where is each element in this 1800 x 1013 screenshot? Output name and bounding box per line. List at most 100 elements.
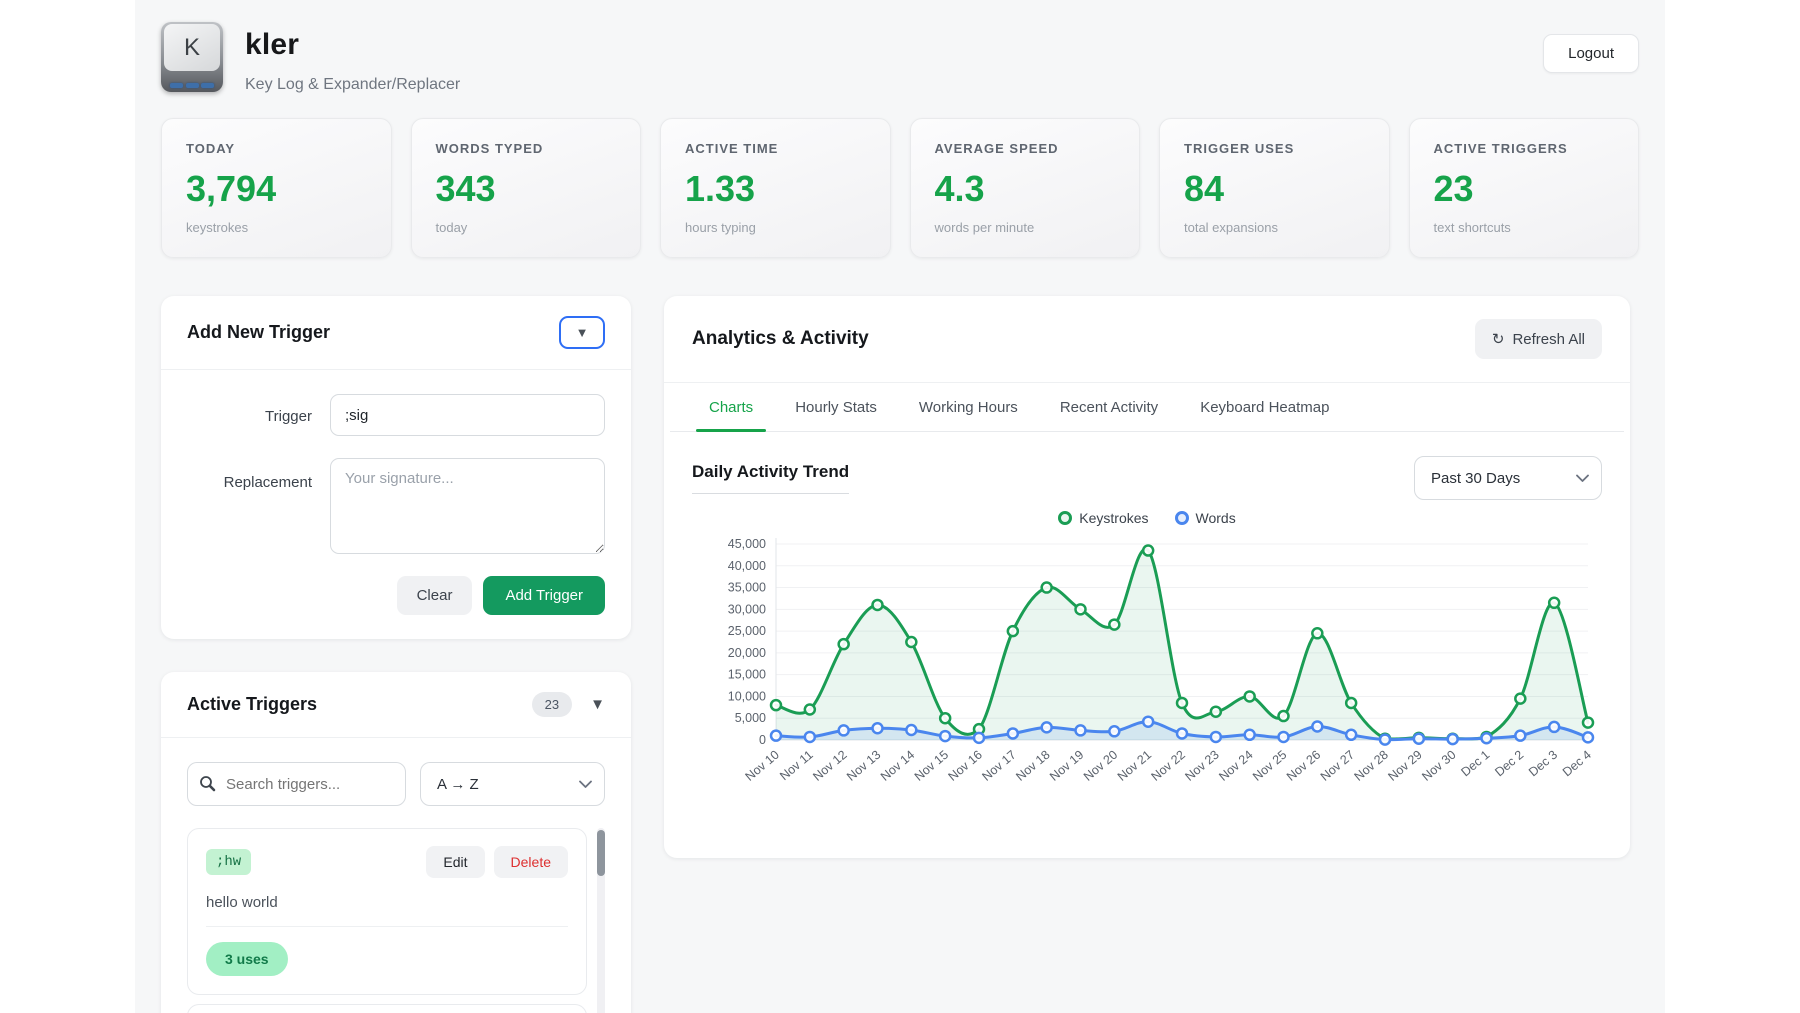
scrollbar-thumb[interactable] xyxy=(597,830,605,876)
y-axis-tick-label: 45,000 xyxy=(728,537,766,551)
chevron-down-icon[interactable]: ▼ xyxy=(590,697,605,712)
x-axis-tick-label: Dec 2 xyxy=(1492,748,1526,780)
data-point-marker[interactable] xyxy=(1008,626,1018,636)
data-point-marker[interactable] xyxy=(1076,604,1086,614)
app-header: K kler Key Log & Expander/Replacer Logou… xyxy=(161,22,1639,94)
data-point-marker[interactable] xyxy=(1008,728,1018,738)
data-point-marker[interactable] xyxy=(1583,718,1593,728)
data-point-marker[interactable] xyxy=(1177,698,1187,708)
data-point-marker[interactable] xyxy=(1448,734,1458,744)
x-axis-tick-label: Dec 4 xyxy=(1560,748,1594,780)
tab-recent-activity[interactable]: Recent Activity xyxy=(1043,383,1175,431)
y-axis-tick-label: 35,000 xyxy=(728,581,766,595)
data-point-marker[interactable] xyxy=(1380,735,1390,745)
chevron-down-icon xyxy=(579,780,592,789)
data-point-marker[interactable] xyxy=(1245,691,1255,701)
data-point-marker[interactable] xyxy=(873,723,883,733)
delete-button[interactable]: Delete xyxy=(494,846,568,878)
stat-label: AVERAGE SPEED xyxy=(935,141,1116,156)
data-point-marker[interactable] xyxy=(1076,725,1086,735)
data-point-marker[interactable] xyxy=(906,725,916,735)
date-range-select[interactable]: Past 30 Days xyxy=(1414,456,1602,500)
left-column: Add New Trigger ▼ Trigger Replacement xyxy=(161,296,631,1013)
data-point-marker[interactable] xyxy=(1583,732,1593,742)
data-point-marker[interactable] xyxy=(1279,711,1289,721)
data-point-marker[interactable] xyxy=(1211,707,1221,717)
stat-sub: total expansions xyxy=(1184,220,1365,235)
data-point-marker[interactable] xyxy=(1346,730,1356,740)
stats-row: TODAY 3,794 keystrokes WORDS TYPED 343 t… xyxy=(161,118,1639,258)
data-point-marker[interactable] xyxy=(1042,583,1052,593)
y-axis-tick-label: 10,000 xyxy=(728,689,766,703)
x-axis-tick-label: Nov 26 xyxy=(1284,748,1323,784)
x-axis-tick-label: Nov 28 xyxy=(1352,748,1391,784)
data-point-marker[interactable] xyxy=(873,600,883,610)
trigger-input[interactable] xyxy=(330,394,605,436)
data-point-marker[interactable] xyxy=(906,637,916,647)
stat-label: WORDS TYPED xyxy=(436,141,617,156)
data-point-marker[interactable] xyxy=(1549,722,1559,732)
data-point-marker[interactable] xyxy=(1549,598,1559,608)
add-trigger-title: Add New Trigger xyxy=(187,322,330,343)
data-point-marker[interactable] xyxy=(1482,733,1492,743)
tab-working-hours[interactable]: Working Hours xyxy=(902,383,1035,431)
x-axis-tick-label: Nov 21 xyxy=(1115,748,1154,784)
data-point-marker[interactable] xyxy=(771,731,781,741)
tab-charts[interactable]: Charts xyxy=(692,383,770,431)
x-axis-tick-label: Nov 13 xyxy=(844,748,883,784)
data-point-marker[interactable] xyxy=(1177,728,1187,738)
active-triggers-panel: Active Triggers 23 ▼ xyxy=(161,672,631,1013)
stat-sub: words per minute xyxy=(935,220,1116,235)
legend-item-keystrokes[interactable]: Keystrokes xyxy=(1058,510,1148,526)
data-point-marker[interactable] xyxy=(771,700,781,710)
data-point-marker[interactable] xyxy=(1211,732,1221,742)
stat-label: TODAY xyxy=(186,141,367,156)
add-trigger-button[interactable]: Add Trigger xyxy=(483,576,605,615)
data-point-marker[interactable] xyxy=(1515,694,1525,704)
legend-item-words[interactable]: Words xyxy=(1175,510,1236,526)
trigger-replacement-text: hello world xyxy=(206,894,568,927)
x-axis-tick-label: Nov 11 xyxy=(777,748,816,784)
data-point-marker[interactable] xyxy=(940,731,950,741)
x-axis-tick-label: Nov 23 xyxy=(1182,748,1221,784)
y-axis-tick-label: 40,000 xyxy=(728,559,766,573)
refresh-all-button[interactable]: ↻ Refresh All xyxy=(1475,319,1602,359)
chart-section: Daily Activity Trend Past 30 Days Keystr… xyxy=(664,432,1630,858)
data-point-marker[interactable] xyxy=(1143,717,1153,727)
data-point-marker[interactable] xyxy=(1143,546,1153,556)
logout-button[interactable]: Logout xyxy=(1543,34,1639,73)
data-point-marker[interactable] xyxy=(940,713,950,723)
add-trigger-form: Trigger Replacement Clear Add Trigger xyxy=(161,370,631,639)
data-point-marker[interactable] xyxy=(1414,734,1424,744)
edit-button[interactable]: Edit xyxy=(426,846,484,878)
search-input[interactable] xyxy=(187,762,406,806)
data-point-marker[interactable] xyxy=(1245,730,1255,740)
stat-card-words-typed: WORDS TYPED 343 today xyxy=(411,118,642,258)
x-axis-tick-label: Nov 27 xyxy=(1318,748,1357,784)
clear-button[interactable]: Clear xyxy=(397,576,473,615)
data-point-marker[interactable] xyxy=(1109,726,1119,736)
legend-ring-icon xyxy=(1058,511,1072,525)
x-axis-tick-label: Dec 3 xyxy=(1526,748,1560,780)
replacement-textarea[interactable] xyxy=(330,458,605,554)
sort-select[interactable]: A → Z xyxy=(420,762,605,806)
data-point-marker[interactable] xyxy=(1279,732,1289,742)
data-point-marker[interactable] xyxy=(839,725,849,735)
tab-keyboard-heatmap[interactable]: Keyboard Heatmap xyxy=(1183,383,1346,431)
data-point-marker[interactable] xyxy=(1515,731,1525,741)
search-box xyxy=(187,762,406,806)
add-trigger-collapse-button[interactable]: ▼ xyxy=(559,316,605,349)
data-point-marker[interactable] xyxy=(839,639,849,649)
date-range-value: Past 30 Days xyxy=(1431,470,1520,487)
app-subtitle: Key Log & Expander/Replacer xyxy=(245,76,460,94)
data-point-marker[interactable] xyxy=(1109,620,1119,630)
data-point-marker[interactable] xyxy=(1312,721,1322,731)
data-point-marker[interactable] xyxy=(1312,628,1322,638)
data-point-marker[interactable] xyxy=(805,705,815,715)
data-point-marker[interactable] xyxy=(974,733,984,743)
stat-value: 4.3 xyxy=(935,168,1116,210)
data-point-marker[interactable] xyxy=(1042,722,1052,732)
data-point-marker[interactable] xyxy=(1346,698,1356,708)
tab-hourly-stats[interactable]: Hourly Stats xyxy=(778,383,894,431)
data-point-marker[interactable] xyxy=(805,732,815,742)
